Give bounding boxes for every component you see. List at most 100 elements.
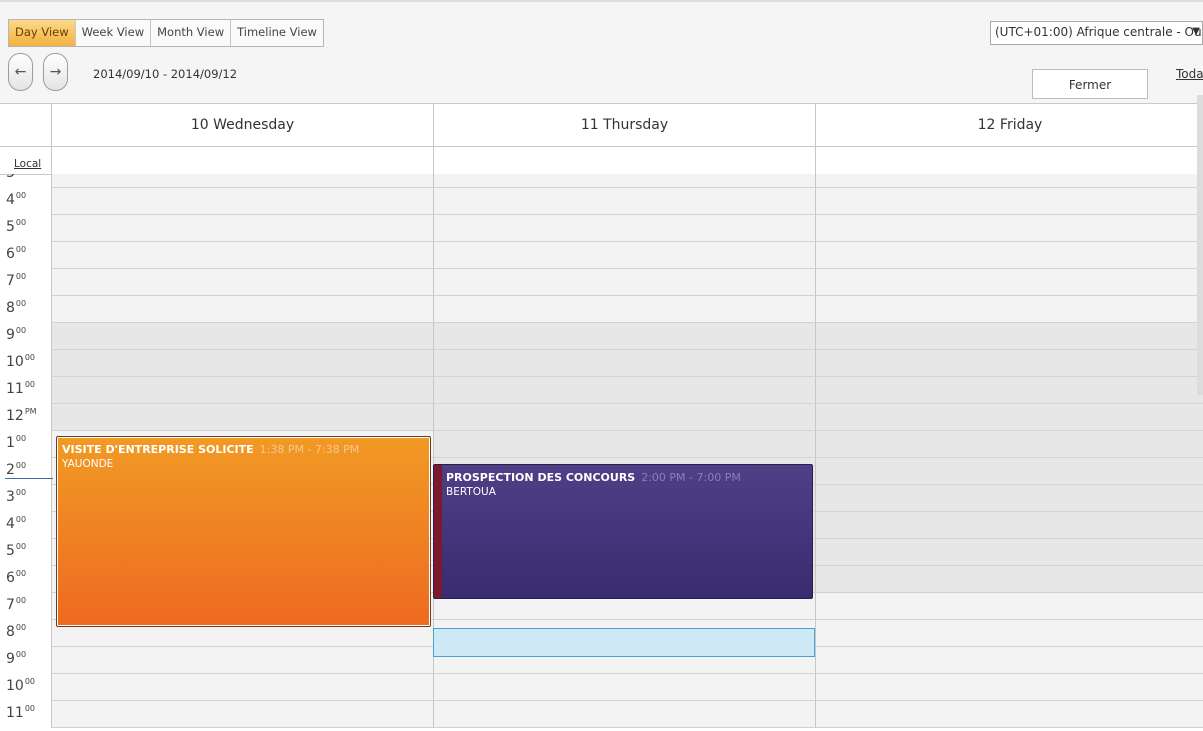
local-timezone-label[interactable]: Local — [14, 158, 41, 170]
time-slot-friday[interactable] — [815, 485, 1203, 512]
time-slot-friday[interactable] — [815, 701, 1203, 728]
hour-label-text: 800 — [6, 299, 27, 316]
hour-label: 700 — [0, 269, 50, 296]
hour-label-suffix: 00 — [15, 434, 27, 443]
time-slot-friday[interactable] — [815, 647, 1203, 674]
appointment-prospection-concours[interactable]: PROSPECTION DES CONCOURS 2:00 PM - 7:00 P… — [433, 464, 813, 599]
hour-label-text: 1000 — [6, 677, 36, 694]
all-day-cell-wednesday[interactable] — [51, 147, 433, 174]
hour-label-suffix: 00 — [15, 245, 27, 254]
hour-label: 200 — [0, 458, 50, 485]
time-slot-thursday[interactable] — [433, 215, 815, 242]
time-slot-wednesday[interactable] — [51, 296, 433, 323]
today-link[interactable]: Toda — [1176, 67, 1203, 81]
time-slot-thursday[interactable] — [433, 431, 815, 458]
time-slot-thursday[interactable] — [433, 377, 815, 404]
time-grid: 300 400 500 600 700 800 900 1000 1100 12PM 100 200 3… — [0, 174, 1203, 731]
hour-label: 300 — [0, 485, 50, 512]
appointment-title: PROSPECTION DES CONCOURS 2:00 PM - 7:00 P… — [446, 471, 741, 484]
time-slot-friday[interactable] — [815, 431, 1203, 458]
close-button[interactable]: Fermer — [1032, 69, 1148, 99]
time-slot-thursday[interactable] — [433, 269, 815, 296]
appointment-location: YAUONDE — [62, 458, 114, 470]
hour-label-text: 900 — [6, 326, 27, 343]
time-slot-wednesday[interactable] — [51, 647, 433, 674]
tab-week-view[interactable]: Week View — [76, 20, 152, 46]
all-day-cell-thursday[interactable] — [433, 147, 815, 174]
day-header-wednesday[interactable]: 10 Wednesday — [51, 104, 433, 146]
time-slot-wednesday[interactable] — [51, 242, 433, 269]
time-slot-friday[interactable] — [815, 174, 1203, 188]
appointment-visite-entreprise[interactable]: VISITE D'ENTREPRISE SOLICITE 1:38 PM - 7:… — [56, 436, 431, 627]
scrollbar[interactable] — [1197, 95, 1203, 395]
time-slot-wednesday[interactable] — [51, 188, 433, 215]
time-slot-wednesday[interactable] — [51, 323, 433, 350]
time-slot-friday[interactable] — [815, 566, 1203, 593]
time-slot-wednesday[interactable] — [51, 377, 433, 404]
hour-label-suffix: 00 — [15, 299, 27, 308]
time-slot-wednesday[interactable] — [51, 215, 433, 242]
time-slot-friday[interactable] — [815, 620, 1203, 647]
time-slot-friday[interactable] — [815, 215, 1203, 242]
tab-month-view[interactable]: Month View — [151, 20, 232, 46]
hour-label: 12PM — [0, 404, 50, 431]
hour-label-suffix: 00 — [15, 650, 27, 659]
time-slot-friday[interactable] — [815, 512, 1203, 539]
all-day-cell-friday[interactable] — [815, 147, 1203, 174]
time-slot-friday[interactable] — [815, 296, 1203, 323]
time-slot-friday[interactable] — [815, 674, 1203, 701]
time-slot-thursday[interactable] — [433, 701, 815, 728]
hour-label-text: 100 — [6, 434, 27, 451]
time-slot-friday[interactable] — [815, 458, 1203, 485]
time-slot-thursday[interactable] — [433, 350, 815, 377]
time-slot-friday[interactable] — [815, 593, 1203, 620]
tab-timeline-view[interactable]: Timeline View — [231, 20, 323, 46]
time-slot-friday[interactable] — [815, 269, 1203, 296]
time-slot-thursday[interactable] — [433, 174, 815, 188]
hour-label-text: 1100 — [6, 704, 36, 721]
time-slot-friday[interactable] — [815, 539, 1203, 566]
appointment-status-bar — [434, 465, 442, 598]
time-slot-wednesday[interactable] — [51, 350, 433, 377]
hour-label: 500 — [0, 539, 50, 566]
next-button[interactable]: → — [43, 53, 68, 91]
time-slot-wednesday[interactable] — [51, 404, 433, 431]
hour-label-suffix: PM — [24, 407, 37, 416]
tab-day-view[interactable]: Day View — [9, 20, 76, 46]
hour-label-text: 12PM — [6, 407, 37, 424]
hour-label: 1000 — [0, 674, 50, 701]
time-slot-thursday[interactable] — [433, 323, 815, 350]
time-slot-friday[interactable] — [815, 323, 1203, 350]
time-slot-wednesday[interactable] — [51, 701, 433, 728]
hour-label: 900 — [0, 647, 50, 674]
time-slot-thursday[interactable] — [433, 296, 815, 323]
time-slot-friday[interactable] — [815, 377, 1203, 404]
hour-label: 100 — [0, 431, 50, 458]
time-slot-friday[interactable] — [815, 188, 1203, 215]
day-header-thursday[interactable]: 11 Thursday — [433, 104, 815, 146]
hour-label: 400 — [0, 512, 50, 539]
time-slot-wednesday[interactable] — [51, 674, 433, 701]
prev-button[interactable]: ← — [8, 53, 33, 91]
time-slot-thursday[interactable] — [433, 188, 815, 215]
hour-label-text: 600 — [6, 569, 27, 586]
timezone-select[interactable]: (UTC+01:00) Afrique centrale - Ou ▼ — [990, 21, 1203, 45]
hour-label-text: 400 — [6, 515, 27, 532]
time-slot-friday[interactable] — [815, 242, 1203, 269]
day-header-friday[interactable]: 12 Friday — [815, 104, 1203, 146]
selected-time-slot[interactable] — [433, 628, 815, 657]
time-slot-friday[interactable] — [815, 404, 1203, 431]
all-day-row — [0, 147, 1203, 175]
hour-label-text: 300 — [6, 488, 27, 505]
time-slot-friday[interactable] — [815, 350, 1203, 377]
time-slot-wednesday[interactable] — [51, 269, 433, 296]
time-slot-thursday[interactable] — [433, 674, 815, 701]
appointment-time: 2:00 PM - 7:00 PM — [641, 471, 741, 484]
hour-label-suffix: 00 — [15, 218, 27, 227]
hour-label-text: 500 — [6, 542, 27, 559]
hour-label: 800 — [0, 620, 50, 647]
hour-label: 700 — [0, 593, 50, 620]
time-slot-thursday[interactable] — [433, 242, 815, 269]
time-slot-wednesday[interactable] — [51, 174, 433, 188]
time-slot-thursday[interactable] — [433, 404, 815, 431]
